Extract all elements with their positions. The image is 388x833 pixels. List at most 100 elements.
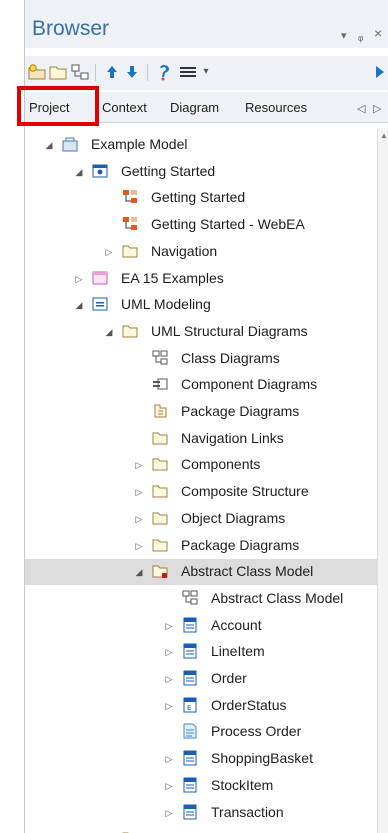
tree-item[interactable]: Class Diagrams xyxy=(25,346,383,372)
tree-item-label: Package Diagrams xyxy=(181,403,300,419)
tree-item-label: Composite Structure xyxy=(181,483,309,500)
collapsed-arrow-icon[interactable]: ▷ xyxy=(164,780,174,792)
tree-item[interactable]: ◢ Getting Started xyxy=(25,159,383,185)
tree-item[interactable]: Getting Started - WebEA xyxy=(25,212,383,238)
class-icon xyxy=(182,670,198,686)
collapsed-arrow-icon[interactable]: ▷ xyxy=(164,753,174,765)
tree-item[interactable] xyxy=(25,826,383,833)
tree-item[interactable]: ▷ LineItem xyxy=(25,639,383,665)
tab-resources[interactable]: Resources xyxy=(245,100,307,115)
class-icon xyxy=(182,643,198,659)
tree-item[interactable]: ◢ Example Model xyxy=(25,132,383,158)
tree-item[interactable]: ▷ Transaction xyxy=(25,800,383,826)
tree-item[interactable]: ▷ ShoppingBasket xyxy=(25,746,383,772)
pin-icon[interactable]: ▾ xyxy=(341,29,347,42)
collapsed-arrow-icon[interactable]: ▷ xyxy=(134,459,144,471)
collapsed-arrow-icon[interactable]: ▷ xyxy=(134,540,144,552)
tab-context[interactable]: Context xyxy=(102,100,147,115)
tree-item[interactable]: ▷ Composite Structure xyxy=(25,479,383,505)
new-diagram-icon[interactable] xyxy=(71,63,89,81)
tree-item-label: Navigation xyxy=(151,242,218,259)
class-icon xyxy=(182,804,198,820)
scroll-up-icon[interactable]: ▲ xyxy=(378,130,388,142)
tree-item-label: LineItem xyxy=(211,643,265,660)
new-package-icon[interactable] xyxy=(28,63,46,81)
project-tree: ◢ Example Model ◢ Getting Started Getting St… xyxy=(25,128,383,833)
tree-item[interactable]: ▷ Order xyxy=(25,666,383,692)
collapsed-arrow-icon[interactable]: ▷ xyxy=(104,246,114,258)
tree-item[interactable]: ◢ UML Modeling xyxy=(25,292,383,318)
diagram-icon xyxy=(122,216,138,232)
collapsed-arrow-icon[interactable]: ▷ xyxy=(164,620,174,632)
view-pink-icon xyxy=(92,270,108,286)
tree-item-label: Getting Started xyxy=(121,162,216,179)
tree-item[interactable]: Abstract Class Model xyxy=(25,586,383,612)
diagram-icon xyxy=(122,189,138,205)
tab-scroll-right-icon[interactable]: ▷ xyxy=(373,102,381,115)
tree-item-label: UML Structural Diagrams xyxy=(151,322,308,339)
model-icon xyxy=(62,136,78,152)
project-tab-highlight xyxy=(17,86,99,126)
tab-diagram[interactable]: Diagram xyxy=(170,100,219,115)
expanded-arrow-icon[interactable]: ◢ xyxy=(44,139,54,151)
tree-item[interactable]: Component Diagrams xyxy=(25,372,383,398)
expanded-arrow-icon[interactable]: ◢ xyxy=(104,326,114,338)
package-diagram-icon xyxy=(152,403,168,419)
tree-item[interactable]: Package Diagrams xyxy=(25,399,383,425)
package-locked-icon xyxy=(152,563,168,579)
tree-item[interactable]: Process Order xyxy=(25,719,383,745)
tree-item-label: Getting Started xyxy=(151,189,246,206)
tree-item[interactable]: ▷ Object Diagrams xyxy=(25,506,383,532)
tree-item[interactable]: ▷ EA 15 Examples xyxy=(25,266,383,292)
tree-item-label: Class Diagrams xyxy=(181,349,280,366)
class-diagram-icon xyxy=(152,350,168,366)
tree-item-label: Account xyxy=(211,616,262,633)
element-properties-icon[interactable] xyxy=(155,63,173,81)
tree-item[interactable]: ◢ UML Structural Diagrams xyxy=(25,319,383,345)
expanded-arrow-icon[interactable]: ◢ xyxy=(74,166,84,178)
package-icon xyxy=(152,537,168,553)
tree-item[interactable]: ▷ Components xyxy=(25,452,383,478)
tree-item[interactable]: ▷ StockItem xyxy=(25,773,383,799)
move-down-icon[interactable] xyxy=(123,63,141,81)
toolbar-separator xyxy=(147,64,148,81)
tree-item-label: OrderStatus xyxy=(211,696,287,713)
tree-item-label: Example Model xyxy=(91,136,188,152)
view-list-icon xyxy=(92,296,108,312)
expanded-arrow-icon[interactable]: ◢ xyxy=(74,299,84,311)
autohide-icon[interactable]: ᵩ xyxy=(358,29,363,43)
tree-item-label: Package Diagrams xyxy=(181,536,300,553)
class-icon xyxy=(182,777,198,793)
move-up-icon[interactable] xyxy=(103,63,121,81)
collapsed-arrow-icon[interactable]: ▷ xyxy=(134,513,144,525)
collapsed-arrow-icon[interactable]: ▷ xyxy=(164,646,174,658)
enumeration-icon: E xyxy=(182,697,198,713)
collapsed-arrow-icon[interactable]: ▷ xyxy=(164,673,174,685)
tree-item[interactable]: Navigation Links xyxy=(25,426,383,452)
menu-icon[interactable] xyxy=(179,63,197,81)
menu-dropdown-icon[interactable]: ▾ xyxy=(197,63,215,81)
tree-item[interactable]: ▷ E OrderStatus xyxy=(25,693,383,719)
tree-item[interactable]: ▷ Package Diagrams xyxy=(25,533,383,559)
vertical-scrollbar[interactable]: ▲ xyxy=(377,128,388,833)
close-icon[interactable]: × xyxy=(374,25,382,41)
collapsed-arrow-icon[interactable]: ▷ xyxy=(164,807,174,819)
tree-item-label: Abstract Class Model xyxy=(211,589,344,606)
tree-item[interactable]: Getting Started xyxy=(25,185,383,211)
toolbar-separator xyxy=(95,64,96,81)
tree-item-label: EA 15 Examples xyxy=(121,269,224,286)
new-folder-icon[interactable] xyxy=(49,63,67,81)
tab-scroll-left-icon[interactable]: ◁ xyxy=(357,102,365,115)
run-arrow-icon[interactable] xyxy=(371,63,388,81)
tree-item[interactable]: ◢ Abstract Class Model xyxy=(25,559,383,586)
package-icon xyxy=(152,456,168,472)
collapsed-arrow-icon[interactable]: ▷ xyxy=(134,486,144,498)
collapsed-arrow-icon[interactable]: ▷ xyxy=(74,273,84,285)
collapsed-arrow-icon[interactable]: ▷ xyxy=(164,700,174,712)
expanded-arrow-icon[interactable]: ◢ xyxy=(134,566,144,578)
tree-item[interactable]: ▷ Account xyxy=(25,613,383,639)
tree-item-label: Object Diagrams xyxy=(181,509,286,526)
tree-item-label: Getting Started - WebEA xyxy=(151,216,305,233)
class-icon xyxy=(182,617,198,633)
tree-item[interactable]: ▷ Navigation xyxy=(25,239,383,265)
